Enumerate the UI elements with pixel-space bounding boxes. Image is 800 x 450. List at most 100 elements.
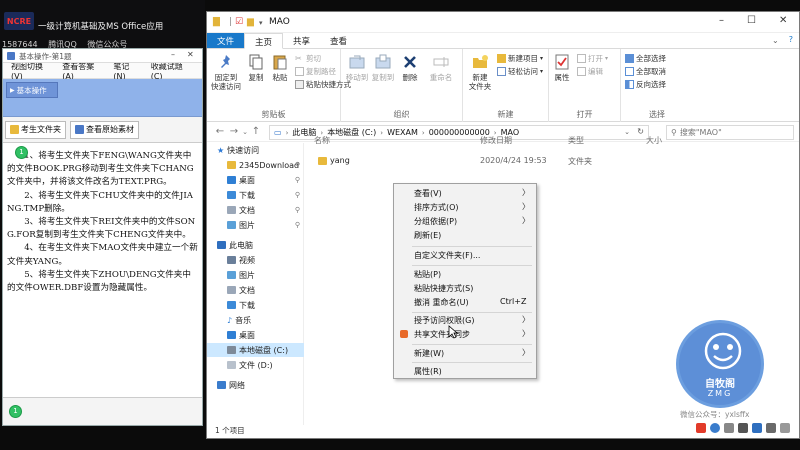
minimize-icon[interactable]: – (719, 15, 724, 26)
up-arrow-icon[interactable]: ↑ (249, 126, 263, 137)
menu-notes[interactable]: 笔记(N) (113, 61, 138, 81)
nav-item-desktop-pc[interactable]: 桌面 (227, 328, 304, 342)
close-icon[interactable]: ✕ (779, 15, 787, 26)
nav-item-network[interactable]: 网络 (217, 378, 304, 392)
microphone-icon[interactable] (738, 423, 748, 433)
menu-item-paste[interactable]: 粘贴(P) (394, 267, 536, 281)
menu-item-customize-folder[interactable]: 自定义文件夹(F)... (394, 248, 536, 262)
student-folder-button[interactable]: 考生文件夹 (5, 120, 66, 139)
view-original-material-button[interactable]: 查看原始素材 (70, 120, 139, 139)
paste-button[interactable]: 粘贴 (269, 53, 291, 82)
settings-icon[interactable] (766, 423, 776, 433)
menu-view-answer[interactable]: 查看答案(A) (62, 61, 101, 81)
menu-item-paste-shortcut[interactable]: 粘贴快捷方式(S) (394, 281, 536, 295)
tab-view[interactable]: 查看 (320, 33, 357, 48)
forward-arrow-icon[interactable]: → (227, 126, 241, 137)
chevron-down-icon[interactable]: ⌄ (624, 128, 630, 136)
table-row[interactable]: yang 2020/4/24 19:53 文件夹 (312, 155, 797, 169)
easy-access-button[interactable]: 轻松访问 ▾ (497, 66, 543, 77)
nav-item-local-disk-c[interactable]: 本地磁盘 (C:) (207, 343, 304, 357)
copy-button[interactable]: 复制 (245, 53, 267, 82)
new-folder-button[interactable]: 新建 文件夹 (465, 53, 495, 91)
breadcrumb-item[interactable]: WEXAM (387, 128, 418, 137)
keyboard-icon[interactable] (724, 423, 734, 433)
note-marker-icon[interactable]: 1 (9, 405, 22, 418)
nav-item-documents-pc[interactable]: 文档 (227, 283, 304, 297)
chevron-down-icon[interactable]: ⌄ (241, 128, 249, 136)
cut-button[interactable]: ✂ 剪切 (295, 53, 321, 64)
menu-item-new[interactable]: 新建(W) 〉 (394, 346, 536, 360)
nav-item-2345download[interactable]: 2345Download ⚲ (227, 158, 304, 172)
close-icon[interactable]: ✕ (187, 50, 194, 59)
properties-icon[interactable]: ☑ (235, 17, 243, 27)
column-header-name[interactable]: 名称 (314, 135, 330, 146)
pin-icon: ⚲ (294, 161, 300, 169)
nav-item-music[interactable]: ♪ 音乐 (227, 313, 304, 327)
nav-item-label: 音乐 (235, 315, 252, 325)
quick-access-separator: | (229, 17, 233, 27)
back-arrow-icon[interactable]: ← (213, 126, 227, 137)
search-box[interactable]: ⚲ 搜索"MAO" (666, 125, 794, 140)
open-button[interactable]: 打开 ▾ (577, 53, 608, 64)
nav-item-quick-access[interactable]: ★ 快速访问 (217, 143, 314, 157)
tab-share[interactable]: 共享 (283, 33, 320, 48)
nav-item-drive-d[interactable]: 文件 (D:) (227, 358, 304, 372)
grid-icon[interactable] (780, 423, 790, 433)
menu-item-give-access[interactable]: 授予访问权限(G) 〉 (394, 313, 536, 327)
open-icon (577, 54, 586, 63)
question-marker-icon[interactable]: 1 (15, 146, 28, 159)
column-header-date[interactable]: 修改日期 (480, 135, 512, 146)
properties-button[interactable]: 属性 (551, 53, 573, 82)
column-header-size[interactable]: 大小 (646, 135, 662, 146)
nav-item-desktop[interactable]: 桌面 ⚲ (227, 173, 304, 187)
help-icon[interactable]: ? (783, 33, 799, 48)
breadcrumb-separator-icon: › (421, 128, 425, 137)
tab-home[interactable]: 主页 (244, 33, 284, 49)
moon-icon[interactable] (710, 423, 720, 433)
menu-favorite[interactable]: 收藏试题(C) (151, 61, 190, 81)
nav-item-pictures-pc[interactable]: 图片 (227, 268, 304, 282)
new-item-button[interactable]: 新建项目 ▾ (497, 53, 543, 64)
maximize-icon[interactable]: ☐ (747, 15, 756, 26)
menu-item-undo-rename[interactable]: 撤消 重命名(U) Ctrl+Z (394, 295, 536, 309)
nav-item-pictures[interactable]: 图片 ⚲ (227, 218, 304, 232)
move-to-button[interactable]: 移动到 (345, 53, 369, 82)
nav-item-this-pc[interactable]: 此电脑 (217, 238, 304, 252)
sogou-ime-icon[interactable] (696, 423, 706, 433)
nav-item-label: 文档 (239, 285, 255, 295)
delete-button[interactable]: 删除 (399, 53, 421, 82)
breadcrumb-item[interactable]: 本地磁盘 (C:) (327, 127, 376, 138)
menu-item-label: 查看(V) (414, 189, 442, 198)
select-all-button[interactable]: 全部选择 (625, 53, 666, 64)
nav-item-downloads-pc[interactable]: 下载 (227, 298, 304, 312)
menu-item-view[interactable]: 查看(V) 〉 (394, 186, 536, 200)
invert-selection-button[interactable]: 反向选择 (625, 79, 666, 90)
minimize-icon[interactable]: – (171, 50, 175, 59)
menu-item-refresh[interactable]: 刷新(E) (394, 228, 536, 242)
new-folder-icon[interactable]: ▆ (247, 17, 254, 27)
menu-item-group-by[interactable]: 分组依据(P) 〉 (394, 214, 536, 228)
tab-file[interactable]: 文件 (207, 33, 245, 48)
rename-button[interactable]: 重命名 (427, 53, 455, 82)
nav-item-documents[interactable]: 文档 ⚲ (227, 203, 304, 217)
nav-item-downloads[interactable]: 下载 ⚲ (227, 188, 304, 202)
edit-button[interactable]: 编辑 (577, 66, 603, 77)
copy-to-button[interactable]: 复制到 (371, 53, 395, 82)
breadcrumb-separator-icon: › (380, 128, 384, 137)
refresh-icon[interactable]: ↻ (637, 127, 644, 136)
copy-path-button[interactable]: 复制路径 (295, 66, 336, 77)
tray-app-icon[interactable] (752, 423, 762, 433)
menu-view-switch[interactable]: 视图切换(V) (11, 61, 50, 81)
breadcrumb-item[interactable]: 此电脑 (292, 127, 316, 138)
basic-operation-button[interactable]: ▶ 基本操作 (6, 82, 58, 98)
menu-item-properties[interactable]: 属性(R) (394, 364, 536, 378)
chevron-right-icon: 〉 (522, 348, 530, 357)
menu-item-sort-by[interactable]: 排序方式(O) 〉 (394, 200, 536, 214)
nav-item-videos[interactable]: 视频 (227, 253, 304, 267)
menu-item-shared-folder-sync[interactable]: 共享文件夹同步 〉 (394, 327, 536, 341)
pin-quick-access-button[interactable]: 固定到 快速访问 (211, 53, 241, 91)
select-none-button[interactable]: 全部取消 (625, 66, 666, 77)
column-header-type[interactable]: 类型 (568, 135, 584, 146)
chevron-down-icon[interactable]: ⌄ (768, 33, 783, 48)
chevron-down-icon[interactable]: ▾ (259, 19, 263, 27)
